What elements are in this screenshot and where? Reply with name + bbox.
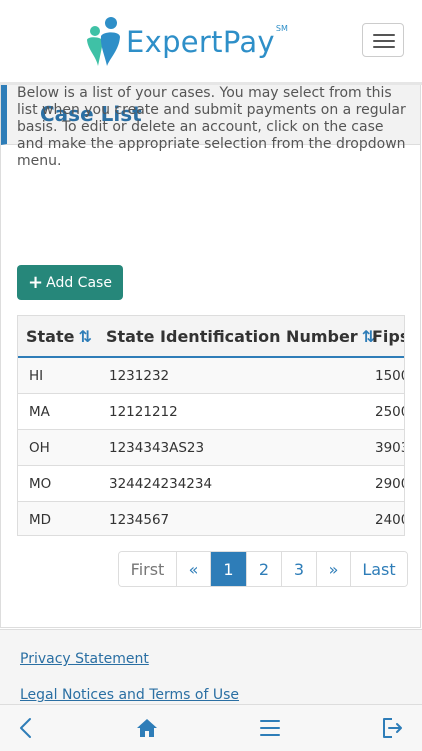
hamburger-menu-button[interactable] [362, 23, 404, 57]
sort-icon[interactable]: ⇅ [78, 327, 91, 346]
cell-fips: 39035 [364, 429, 404, 466]
service-mark: SM [275, 23, 288, 33]
back-arrow-icon[interactable] [14, 716, 38, 740]
column-header-state-id[interactable]: State Identification Number ⇅ [98, 316, 375, 358]
plus-icon: + [28, 271, 44, 293]
cell-state: MO [18, 465, 98, 502]
add-case-button[interactable]: + Add Case [17, 265, 123, 300]
table-row[interactable]: MO 324424234234 29000 [18, 465, 404, 502]
table-row[interactable]: MD 1234567 24000 [18, 501, 404, 535]
cell-fips: 25000 [364, 393, 404, 430]
pagination: First « 1 2 3 » Last [118, 551, 408, 587]
expertpay-logo[interactable]: ExpertPay SM [84, 14, 288, 70]
cell-state-id: 1231232 [98, 356, 364, 394]
table-row[interactable]: OH 1234343AS23 39035 [18, 429, 404, 466]
cell-state-id: 12121212 [98, 393, 364, 430]
home-icon[interactable] [135, 716, 159, 740]
cell-state: MA [18, 393, 98, 430]
menu-icon[interactable] [258, 716, 282, 740]
hamburger-icon [373, 34, 395, 36]
page-2-button[interactable]: 2 [246, 552, 281, 586]
cell-fips: 24000 [364, 501, 404, 535]
footer: Privacy Statement Legal Notices and Term… [0, 629, 422, 705]
intro-text: Below is a list of your cases. You may s… [17, 85, 406, 169]
page-1-button[interactable]: 1 [210, 552, 246, 586]
case-table[interactable]: State⇅ State Identification Number⇅ Fips… [17, 315, 405, 536]
logo-wordmark: ExpertPay [126, 25, 275, 59]
cell-state: HI [18, 356, 98, 394]
cell-fips: 29000 [364, 465, 404, 502]
cell-state-id: 324424234234 [98, 465, 364, 502]
legal-notices-link[interactable]: Legal Notices and Terms of Use [20, 687, 239, 703]
app-header: ExpertPay SM [0, 0, 422, 85]
add-case-label: Add Case [46, 274, 112, 291]
page-last-button[interactable]: Last [350, 552, 407, 586]
privacy-statement-link[interactable]: Privacy Statement [20, 651, 149, 667]
table-header-row: State⇅ State Identification Number⇅ Fips [18, 316, 404, 358]
cell-state-id: 1234343AS23 [98, 429, 364, 466]
bottom-toolbar [0, 704, 422, 751]
table-row[interactable]: MA 12121212 25000 [18, 393, 404, 430]
column-header-state[interactable]: State ⇅ [18, 316, 98, 358]
cell-state: OH [18, 429, 98, 466]
page-next-button[interactable]: » [316, 552, 350, 586]
cell-fips: 15000 [364, 356, 404, 394]
table-row[interactable]: HI 1231232 15000 [18, 356, 404, 394]
logo-figures-icon [87, 17, 120, 66]
page-prev-button[interactable]: « [176, 552, 210, 586]
cell-state-id: 1234567 [98, 501, 364, 535]
logout-icon[interactable] [380, 716, 404, 740]
cell-state: MD [18, 501, 98, 535]
page-first-button[interactable]: First [119, 552, 176, 586]
page-3-button[interactable]: 3 [281, 552, 316, 586]
